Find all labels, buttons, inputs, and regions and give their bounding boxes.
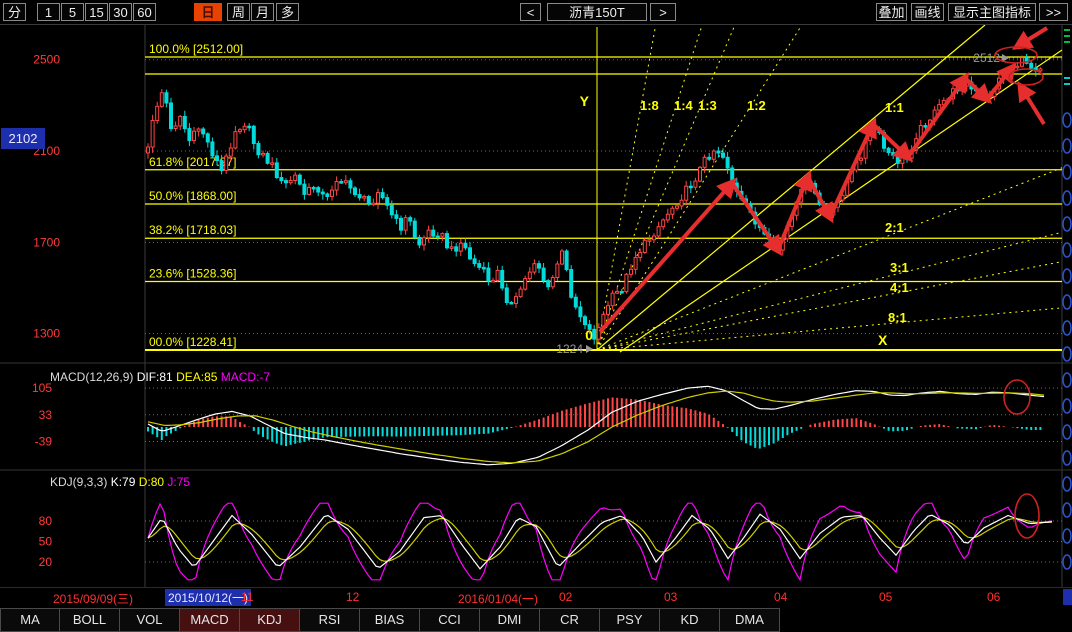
period-button-30[interactable]: 30 xyxy=(109,3,132,21)
gann-ray-label: 8:1 xyxy=(888,310,907,325)
price-tick-label: 1300 xyxy=(33,327,60,341)
indicator-button-KDJ[interactable]: KDJ xyxy=(240,608,300,632)
indicator-button-BIAS[interactable]: BIAS xyxy=(360,608,420,632)
date-label: 2015/10/12(一) xyxy=(165,589,251,606)
fib-label: 38.2% [1718.03] xyxy=(149,223,236,237)
date-label: 04 xyxy=(774,590,787,604)
date-label: 02 xyxy=(559,590,572,604)
kdj-tick-label: 50 xyxy=(39,534,53,548)
date-label: 2016/01/04(一) xyxy=(458,590,538,607)
period-button-月[interactable]: 月 xyxy=(251,3,274,21)
kdj-tick-label: 80 xyxy=(39,514,53,528)
date-label: 06 xyxy=(987,590,1000,604)
prev-symbol-button[interactable]: < xyxy=(520,3,541,21)
gann-ray-label: 2:1 xyxy=(885,220,904,235)
price-tick-label: 2500 xyxy=(33,53,60,67)
period-button-周[interactable]: 周 xyxy=(227,3,250,21)
gann-ray-label: 3:1 xyxy=(890,260,909,275)
indicator-button-BOLL[interactable]: BOLL xyxy=(60,608,120,632)
tool-button-1[interactable]: 画线 xyxy=(911,3,944,21)
fib-label: 50.0% [1868.00] xyxy=(149,189,236,203)
period-button-60[interactable]: 60 xyxy=(133,3,156,21)
indicator-button-RSI[interactable]: RSI xyxy=(300,608,360,632)
tool-button-0[interactable]: 叠加 xyxy=(876,3,907,21)
macd-panel-title: MACD(12,26,9) DIF:81 DEA:85 MACD:-7 xyxy=(50,370,270,384)
tool-button-2[interactable]: 显示主图指标 xyxy=(948,3,1036,21)
fib-label: 00.0% [1228.41] xyxy=(149,335,236,349)
indicator-button-MACD[interactable]: MACD xyxy=(180,608,240,632)
kdj-panel-title: KDJ(9,3,3) K:79 D:80 J:75 xyxy=(50,475,190,489)
gann-ray-label: 4:1 xyxy=(890,280,909,295)
low-price-marker: 1224 xyxy=(556,342,583,356)
date-label: 05 xyxy=(879,590,892,604)
indicator-button-KD[interactable]: KD xyxy=(660,608,720,632)
period-button-多[interactable]: 多 xyxy=(276,3,299,21)
period-button-5[interactable]: 5 xyxy=(61,3,84,21)
gann-ray-label: 1:3 xyxy=(698,98,717,113)
indicator-button-PSY[interactable]: PSY xyxy=(600,608,660,632)
indicator-toolbar: MABOLLVOLMACDKDJRSIBIASCCIDMICRPSYKDDMA xyxy=(0,608,1072,632)
chart-area[interactable]: 2500210017001300100.0% [2512.00]61.8% [2… xyxy=(0,25,1072,587)
macd-tick-label: 33 xyxy=(39,408,53,422)
date-axis-edge-marker xyxy=(1063,589,1072,605)
next-symbol-button[interactable]: > xyxy=(650,3,676,21)
symbol-button[interactable]: 沥青150T xyxy=(547,3,647,21)
main-chart-svg[interactable]: 2500210017001300100.0% [2512.00]61.8% [2… xyxy=(0,25,1072,587)
top-toolbar: 分15153060日周月多 < 沥青150T > 叠加画线显示主图指标>> xyxy=(0,0,1072,25)
tool-button-3[interactable]: >> xyxy=(1039,3,1068,21)
fib-label: 100.0% [2512.00] xyxy=(149,42,243,56)
macd-tick-label: -39 xyxy=(35,434,53,448)
fib-label: 23.6% [1528.36] xyxy=(149,267,236,281)
indicator-button-VOL[interactable]: VOL xyxy=(120,608,180,632)
trading-terminal: { "toolbar_top": { "periods": ["分","1","… xyxy=(0,0,1072,632)
gann-ray-label: 1:8 xyxy=(640,98,659,113)
indicator-button-DMA[interactable]: DMA xyxy=(720,608,780,632)
period-button-日[interactable]: 日 xyxy=(194,3,222,21)
kdj-tick-label: 20 xyxy=(39,555,53,569)
indicator-button-CR[interactable]: CR xyxy=(540,608,600,632)
gann-ray-label: 1:2 xyxy=(747,98,766,113)
date-axis: 2015/09/09(三) 2015/10/12(一)11 12 2016/01/04… xyxy=(0,587,1072,607)
gann-ray-label: 1:4 xyxy=(674,98,694,113)
date-label: 11 xyxy=(241,590,253,604)
date-label: 2015/09/09(三) xyxy=(53,590,133,607)
indicator-button-MA[interactable]: MA xyxy=(0,608,60,632)
period-button-15[interactable]: 15 xyxy=(85,3,108,21)
gann-one-one-label: 1:1 xyxy=(885,100,904,115)
gann-y-label: Y xyxy=(580,93,590,109)
indicator-button-CCI[interactable]: CCI xyxy=(420,608,480,632)
gann-x-label: X xyxy=(878,332,888,348)
period-button-1[interactable]: 1 xyxy=(37,3,60,21)
date-label: 12 xyxy=(346,590,359,604)
indicator-button-DMI[interactable]: DMI xyxy=(480,608,540,632)
current-price-value: 2102 xyxy=(9,131,38,146)
price-tick-label: 1700 xyxy=(33,235,60,249)
date-label: 03 xyxy=(664,590,677,604)
period-button-分[interactable]: 分 xyxy=(3,3,26,21)
